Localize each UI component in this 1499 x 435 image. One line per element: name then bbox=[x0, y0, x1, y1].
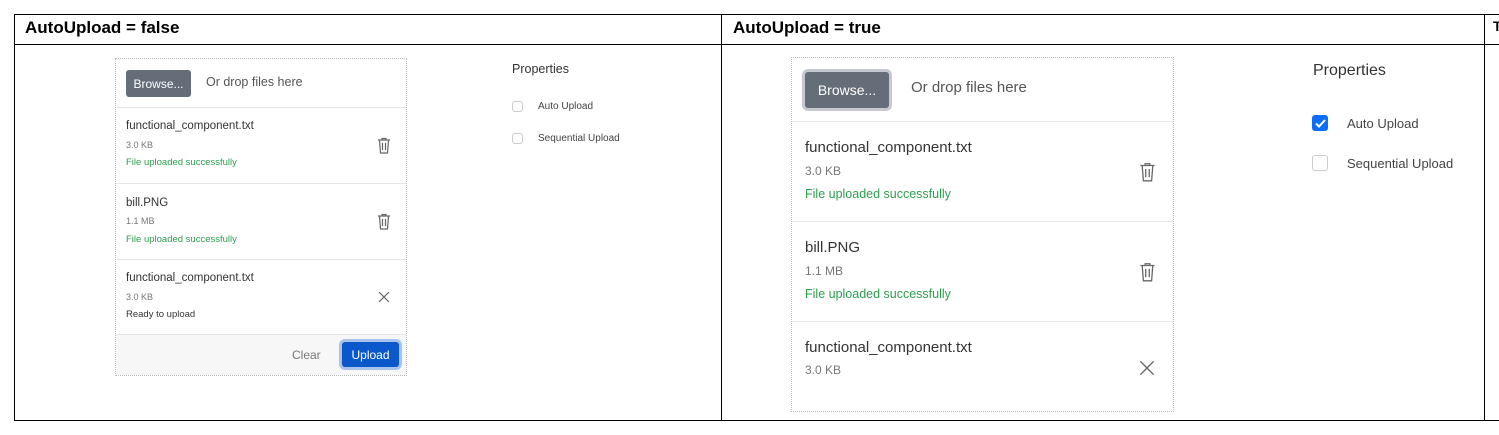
file-name: functional_component.txt bbox=[805, 339, 972, 356]
dropzone[interactable]: Browse... Or drop files here bbox=[792, 58, 1173, 122]
column-divider bbox=[721, 14, 722, 421]
auto-upload-option[interactable]: Auto Upload bbox=[1312, 115, 1419, 131]
upload-button[interactable]: Upload bbox=[342, 342, 399, 367]
file-name: bill.PNG bbox=[126, 197, 169, 209]
close-icon[interactable] bbox=[1136, 357, 1158, 379]
file-status: File uploaded successfully bbox=[805, 287, 951, 301]
file-status: File uploaded successfully bbox=[126, 234, 237, 245]
file-status: File uploaded successfully bbox=[805, 187, 951, 201]
browse-button[interactable]: Browse... bbox=[126, 70, 191, 97]
sequential-upload-label: Sequential Upload bbox=[1347, 155, 1454, 171]
sequential-upload-option[interactable]: Sequential Upload bbox=[512, 133, 620, 144]
trash-icon[interactable] bbox=[375, 211, 393, 231]
file-status: File uploaded successfully bbox=[126, 157, 237, 168]
trash-icon[interactable] bbox=[1136, 160, 1158, 184]
header-autoupload-false: AutoUpload = false bbox=[25, 18, 180, 37]
sequential-upload-label: Sequential Upload bbox=[538, 133, 620, 144]
column-divider-2 bbox=[1484, 14, 1485, 421]
trash-icon[interactable] bbox=[1136, 260, 1158, 284]
file-size: 1.1 MB bbox=[126, 216, 155, 226]
auto-upload-checkbox[interactable] bbox=[1312, 115, 1328, 131]
sequential-upload-checkbox[interactable] bbox=[1312, 155, 1328, 171]
table-header-divider bbox=[14, 44, 1499, 45]
file-item: functional_component.txt 3.0 KB bbox=[792, 321, 1173, 413]
file-size: 3.0 KB bbox=[805, 164, 842, 178]
auto-upload-label: Auto Upload bbox=[1347, 115, 1419, 131]
header-autoupload-true: AutoUpload = true bbox=[733, 18, 881, 37]
close-icon[interactable] bbox=[375, 288, 393, 306]
sequential-upload-option[interactable]: Sequential Upload bbox=[1312, 155, 1453, 171]
header-cut-off: T bbox=[1493, 18, 1499, 34]
browse-button[interactable]: Browse... bbox=[805, 72, 889, 108]
drop-hint: Or drop files here bbox=[911, 79, 1027, 96]
dropzone[interactable]: Browse... Or drop files here bbox=[116, 59, 406, 108]
file-size: 3.0 KB bbox=[805, 363, 842, 377]
file-item: bill.PNG 1.1 MB File uploaded successful… bbox=[792, 221, 1173, 322]
properties-title: Properties bbox=[1313, 62, 1386, 79]
clear-button[interactable]: Clear bbox=[292, 348, 321, 362]
file-name: functional_component.txt bbox=[126, 272, 254, 284]
file-item: functional_component.txt 3.0 KB File upl… bbox=[116, 107, 406, 184]
auto-upload-checkbox[interactable] bbox=[512, 101, 523, 112]
file-item: bill.PNG 1.1 MB File uploaded successful… bbox=[116, 183, 406, 260]
file-name: functional_component.txt bbox=[805, 139, 972, 156]
auto-upload-label: Auto Upload bbox=[538, 101, 594, 112]
file-status: Ready to upload bbox=[126, 309, 196, 320]
uploader-autoupload-true: Browse... Or drop files here functional_… bbox=[791, 57, 1174, 412]
upload-actions-bar: Clear Upload bbox=[116, 334, 406, 375]
sequential-upload-checkbox[interactable] bbox=[512, 133, 523, 144]
checkmark-icon bbox=[1314, 118, 1326, 128]
properties-title: Properties bbox=[512, 62, 569, 76]
file-size: 3.0 KB bbox=[126, 292, 154, 302]
file-item: functional_component.txt 3.0 KB File upl… bbox=[792, 121, 1173, 222]
file-name: functional_component.txt bbox=[126, 120, 254, 132]
uploader-autoupload-false: Browse... Or drop files here functional_… bbox=[115, 58, 407, 376]
file-size: 1.1 MB bbox=[805, 264, 844, 278]
auto-upload-option[interactable]: Auto Upload bbox=[512, 101, 593, 112]
file-name: bill.PNG bbox=[805, 239, 861, 256]
trash-icon[interactable] bbox=[375, 135, 393, 155]
file-item: functional_component.txt 3.0 KB Ready to… bbox=[116, 259, 406, 335]
drop-hint: Or drop files here bbox=[206, 75, 303, 89]
file-size: 3.0 KB bbox=[126, 140, 154, 150]
